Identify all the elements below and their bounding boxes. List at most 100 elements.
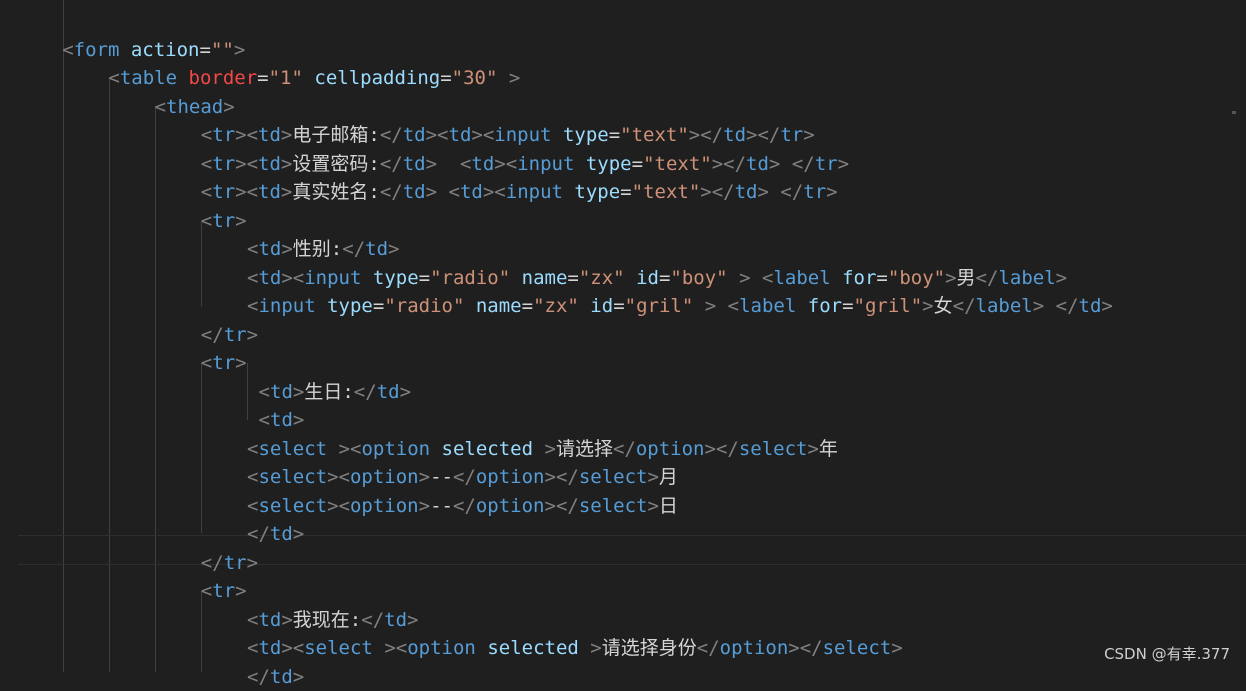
code-token: >< xyxy=(338,437,362,460)
code-token: > xyxy=(590,637,602,659)
code-line[interactable]: </td> xyxy=(247,520,304,548)
code-line[interactable]: <tr><td>真实姓名:</td> <td><input type="text… xyxy=(201,178,838,206)
code-token: </ xyxy=(200,323,224,346)
code-line[interactable]: </tr> xyxy=(201,321,258,349)
code-token: >< xyxy=(327,494,350,517)
code-token: tr xyxy=(780,124,804,146)
code-token: </ xyxy=(379,181,403,203)
code-token: = xyxy=(613,295,625,317)
code-line[interactable]: <select><option>--</option></select>日 xyxy=(247,492,678,520)
code-token: name xyxy=(475,295,522,317)
code-token: </ xyxy=(353,380,377,403)
indent-guide xyxy=(109,78,110,672)
code-token: </ xyxy=(342,238,366,260)
code-line[interactable]: </td> xyxy=(247,663,304,691)
code-token: "boy" xyxy=(670,266,728,289)
code-line[interactable]: <input type="radio" name="zx" id="gril" … xyxy=(247,292,1113,320)
code-token: "gril" xyxy=(624,295,694,317)
code-line[interactable]: <form action=""> xyxy=(62,36,245,64)
code-line[interactable]: <tr> xyxy=(201,349,247,377)
code-token: = xyxy=(620,181,632,203)
code-token: ></ xyxy=(544,466,579,488)
code-line[interactable]: <td><input type="radio" name="zx" id="bo… xyxy=(247,264,1067,292)
code-token: label xyxy=(773,266,831,289)
code-token: 女 xyxy=(933,295,953,317)
code-token: tr xyxy=(212,124,236,146)
code-token: </ xyxy=(952,295,976,317)
code-token: < xyxy=(154,95,167,118)
code-token: > xyxy=(388,238,400,260)
code-token: > xyxy=(803,124,815,146)
code-token: </ xyxy=(975,266,999,289)
code-token: td xyxy=(402,181,426,203)
code-line[interactable]: <tr> xyxy=(201,577,247,605)
code-token: </ xyxy=(696,637,720,659)
code-token: tr xyxy=(212,181,236,203)
code-line[interactable]: <select ><option selected >请选择</option><… xyxy=(247,435,838,463)
code-token: td xyxy=(258,152,281,175)
code-token: "text" xyxy=(643,152,712,175)
code-token: table xyxy=(119,67,178,89)
code-token: > xyxy=(1032,295,1045,317)
code-line[interactable]: <tr><td>电子邮箱:</td><td><input type="text"… xyxy=(201,121,815,149)
code-token: < xyxy=(727,295,740,317)
code-line[interactable]: <td>生日:</td> xyxy=(259,378,411,406)
code-token: -- xyxy=(430,466,453,488)
code-token: </ xyxy=(1055,295,1079,317)
code-line[interactable]: <td><select ><option selected >请选择身份</op… xyxy=(247,634,903,662)
code-editor[interactable]: <form action=""> <table border="1" cellpa… xyxy=(0,0,1246,688)
code-line[interactable]: </tr> xyxy=(201,549,258,577)
code-token: select xyxy=(578,466,648,488)
code-token: < xyxy=(247,608,259,631)
code-token: td xyxy=(471,152,495,175)
code-token: option xyxy=(475,494,545,517)
code-token: td xyxy=(269,665,293,688)
code-token: ></ xyxy=(711,152,747,175)
code-token: < xyxy=(62,38,74,61)
code-token: < xyxy=(200,152,213,175)
code-token: > xyxy=(235,352,247,374)
code-token: td xyxy=(258,637,282,659)
code-token: > xyxy=(891,637,903,659)
code-token: < xyxy=(247,437,259,460)
scrollbar-marker[interactable] xyxy=(1232,111,1236,114)
code-token: name xyxy=(521,266,568,289)
code-token: action xyxy=(130,38,200,61)
code-token: = xyxy=(608,124,621,146)
code-line[interactable]: <select><option>--</option></select>月 xyxy=(247,463,678,491)
code-line[interactable]: <td> xyxy=(259,406,305,434)
code-token: >< xyxy=(327,466,350,488)
code-token: > xyxy=(280,181,293,203)
code-token: td xyxy=(258,238,282,260)
code-token: < xyxy=(200,580,213,602)
code-token: > xyxy=(280,124,293,146)
code-token: 设置密码: xyxy=(292,152,380,175)
code-token: </ xyxy=(379,152,403,175)
code-token: "radio" xyxy=(430,266,511,289)
code-token: </ xyxy=(780,181,804,203)
code-token: select xyxy=(258,494,328,517)
code-line[interactable]: <table border="1" cellpadding="30" > xyxy=(108,64,520,92)
code-token: >< xyxy=(425,124,449,146)
code-token: < xyxy=(108,67,120,89)
code-token: </ xyxy=(612,437,636,460)
code-token: type xyxy=(562,124,609,146)
code-token: ></ xyxy=(544,494,579,517)
code-token: > xyxy=(292,409,305,431)
code-line[interactable]: <tr> xyxy=(201,207,247,235)
code-token: </ xyxy=(452,466,476,488)
code-token: select xyxy=(258,437,328,460)
code-line[interactable]: <thead> xyxy=(155,93,235,121)
code-line[interactable]: <tr><td>设置密码:</td> <td><input type="text… xyxy=(201,150,849,178)
code-token: option xyxy=(349,494,419,517)
code-line[interactable]: <td>性别:</td> xyxy=(247,235,399,263)
code-token: 请选择身份 xyxy=(601,637,697,659)
code-line[interactable]: <td>我现在:</td> xyxy=(247,606,418,634)
